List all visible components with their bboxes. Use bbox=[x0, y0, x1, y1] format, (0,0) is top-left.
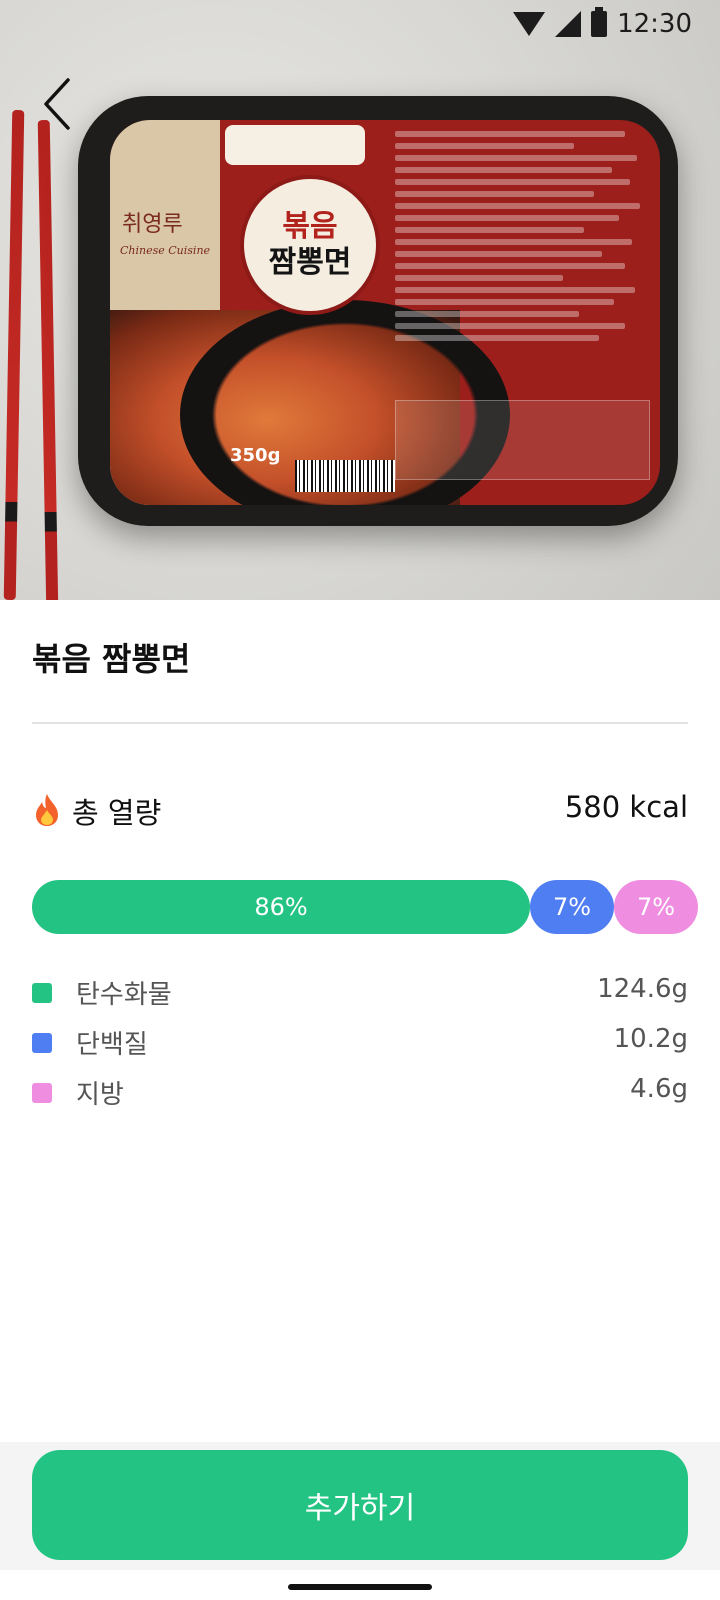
home-indicator[interactable] bbox=[288, 1584, 432, 1590]
fat-swatch bbox=[32, 1083, 52, 1103]
macro-bar-protein: 7% bbox=[530, 880, 614, 934]
package-weight: 350g bbox=[230, 445, 281, 466]
macro-bar-fat: 7% bbox=[614, 880, 698, 934]
fire-icon bbox=[36, 794, 58, 826]
status-bar: 12:30 bbox=[513, 0, 720, 48]
macro-bar-carb: 86% bbox=[32, 880, 530, 934]
legend-value: 124.6g bbox=[597, 974, 688, 1004]
package-barcode bbox=[295, 460, 395, 492]
package-brand-english: Chinese Cuisine bbox=[120, 244, 211, 257]
package-nutrition-box bbox=[395, 400, 650, 480]
package-badge-line1: 볶음 bbox=[282, 209, 338, 244]
chopstick-decoration bbox=[37, 119, 59, 600]
macro-legend: 탄수화물 124.6g 단백질 10.2g 지방 4.6g bbox=[32, 972, 688, 1122]
chopstick-decoration bbox=[3, 109, 25, 600]
package-title-badge: 볶음 짬뽕면 bbox=[240, 175, 380, 315]
legend-item-protein: 단백질 10.2g bbox=[32, 1022, 688, 1072]
product-title: 볶음 짬뽕면 bbox=[32, 640, 191, 678]
calorie-row: 총 열량 580 kcal bbox=[32, 790, 688, 830]
carb-swatch bbox=[32, 983, 52, 1003]
legend-label: 지방 bbox=[76, 1080, 124, 1110]
legend-item-fat: 지방 4.6g bbox=[32, 1072, 688, 1122]
calorie-value: 580 kcal bbox=[564, 790, 688, 824]
status-time: 12:30 bbox=[617, 9, 692, 39]
legend-value: 4.6g bbox=[630, 1074, 688, 1104]
add-button[interactable]: 추가하기 bbox=[32, 1450, 688, 1560]
chevron-left-icon bbox=[44, 78, 70, 130]
macro-ratio-bar: 86% 7% 7% bbox=[32, 880, 698, 934]
protein-swatch bbox=[32, 1033, 52, 1053]
product-image: 취영루 Chinese Cuisine 볶음 짬뽕면 350g bbox=[0, 0, 720, 600]
package-badge-line2: 짬뽕면 bbox=[268, 245, 352, 280]
package-sticker bbox=[225, 125, 365, 165]
legend-label: 탄수화물 bbox=[76, 980, 172, 1010]
battery-icon bbox=[591, 7, 608, 37]
wifi-icon bbox=[513, 12, 546, 36]
package-label: 취영루 Chinese Cuisine 볶음 짬뽕면 350g bbox=[110, 120, 660, 505]
legend-label: 단백질 bbox=[76, 1030, 148, 1060]
legend-item-carb: 탄수화물 124.6g bbox=[32, 972, 688, 1022]
divider bbox=[32, 722, 688, 724]
signal-icon bbox=[555, 11, 582, 37]
calorie-label: 총 열량 bbox=[72, 796, 162, 830]
legend-value: 10.2g bbox=[613, 1024, 688, 1054]
package-brand-korean: 취영루 bbox=[122, 212, 183, 237]
back-button[interactable] bbox=[38, 76, 82, 132]
